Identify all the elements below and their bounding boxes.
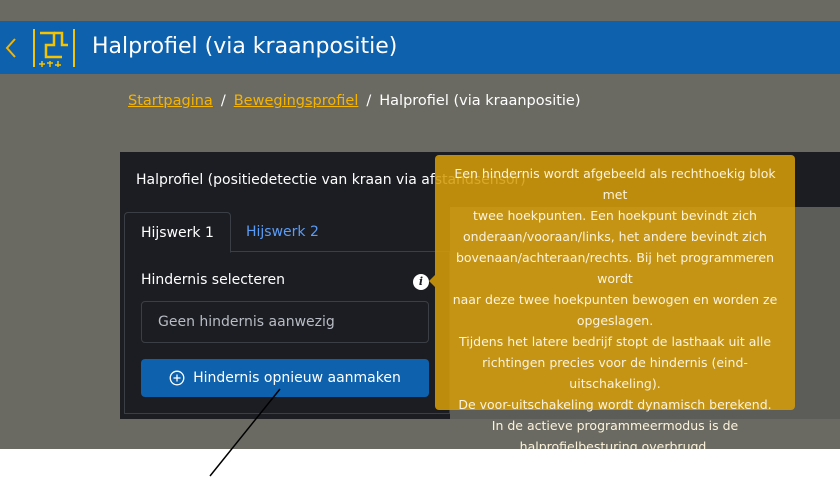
obstacle-select[interactable]: Geen hindernis aanwezig [141,301,429,343]
hoist-tabs: Hijswerk 1 Hijswerk 2 [124,212,450,253]
tooltip-line: richtingen precies voor de hindernis (ei… [482,355,748,391]
tooltip-line: Tijdens het latere bedrijf stopt de last… [458,334,772,349]
back-button[interactable] [0,21,22,74]
app-screen: Halprofiel (via kraanpositie) Startpagin… [0,0,840,449]
info-icon[interactable]: i [413,274,429,290]
tooltip-line: De voor-uitschakeling wordt dynamisch be… [458,397,772,412]
info-tooltip: Een hindernis wordt afgebeeld als rechth… [429,155,795,449]
tooltip-line: naar deze twee hoekpunten bewogen en wor… [452,292,778,307]
page-title: Halprofiel (via kraanpositie) [92,34,398,59]
plus-circle-icon [169,370,185,386]
top-bar: Halprofiel (via kraanpositie) [0,21,840,74]
tooltip-line: Een hindernis wordt afgebeeld als rechth… [454,166,776,202]
tooltip-line: halprofielbesturing overbrugd. [519,439,711,449]
breadcrumb-link-motion-profile[interactable]: Bewegingsprofiel [234,93,359,109]
breadcrumb: Startpagina / Bewegingsprofiel / Halprof… [128,90,581,112]
tab-hoist-2[interactable]: Hijswerk 2 [230,212,335,253]
tooltip-line: onderaan/vooraan/links, het andere bevin… [463,229,767,244]
tooltip-line: In de actieve programmeermodus is de [491,418,739,433]
breadcrumb-link-home[interactable]: Startpagina [128,93,213,109]
breadcrumb-separator: / [220,93,226,109]
tab-hoist-1[interactable]: Hijswerk 1 [124,212,231,253]
tooltip-line: bovenaan/achteraan/rechts. Bij het progr… [455,250,775,286]
breadcrumb-separator: / [366,93,372,109]
recreate-obstacle-button-label: Hindernis opnieuw aanmaken [193,370,401,386]
breadcrumb-current: Halprofiel (via kraanpositie) [379,93,581,109]
crane-profile-icon [33,29,75,67]
chevron-left-icon [5,37,16,58]
tooltip-line: twee hoekpunten. Een hoekpunt bevindt zi… [473,208,757,223]
obstacle-select-label: Hindernis selecteren [141,272,285,288]
tooltip-line: opgeslagen. [576,313,654,328]
tab-content: Hindernis selecteren i Geen hindernis aa… [124,252,450,414]
recreate-obstacle-button[interactable]: Hindernis opnieuw aanmaken [141,359,429,397]
